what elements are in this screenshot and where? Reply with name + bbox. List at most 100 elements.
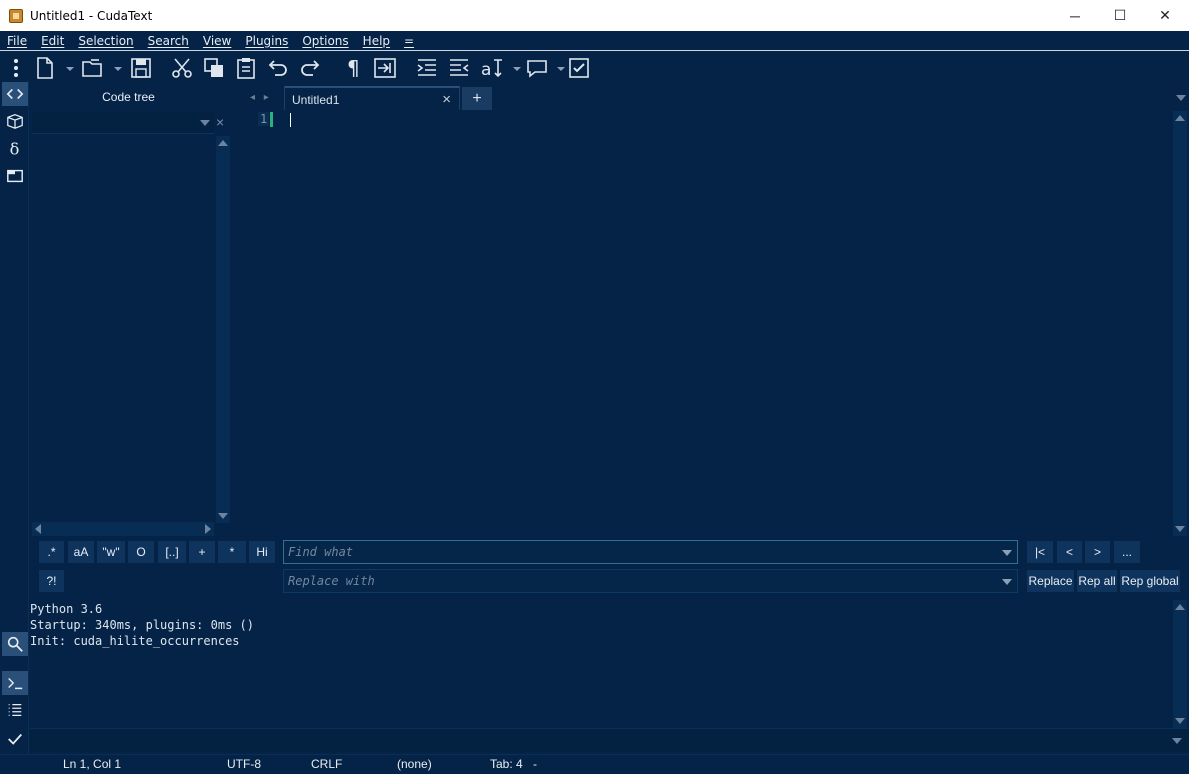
case-sensitive-toggle[interactable]: aA	[68, 541, 94, 563]
in-selection-toggle[interactable]: [..]	[158, 541, 186, 563]
comment-icon[interactable]	[525, 56, 549, 80]
paste-icon[interactable]	[234, 56, 258, 80]
checkbox-icon[interactable]	[567, 56, 591, 80]
menu-view[interactable]: View	[203, 34, 231, 48]
code-tree-horizontal-scrollbar[interactable]	[32, 522, 214, 536]
code-tree-panel: Code tree ×	[30, 84, 231, 537]
find-input[interactable]	[284, 541, 1017, 563]
unindent-icon[interactable]	[447, 56, 471, 80]
chevron-down-icon[interactable]	[1002, 550, 1012, 556]
delta-icon[interactable]: δ	[2, 136, 28, 160]
comment-dropdown-icon[interactable]	[549, 56, 565, 80]
code-tree-icon[interactable]	[2, 82, 28, 106]
replace-all-button[interactable]: Rep all	[1077, 570, 1117, 592]
save-icon[interactable]	[129, 56, 153, 80]
case-dropdown-icon[interactable]	[505, 56, 521, 80]
scroll-up-icon[interactable]	[1175, 115, 1185, 121]
scroll-up-icon[interactable]	[1175, 604, 1185, 610]
menu-selection[interactable]: Selection	[78, 34, 133, 48]
svg-text:δ: δ	[10, 139, 20, 157]
console-vertical-scrollbar[interactable]	[1173, 600, 1187, 728]
menu-search[interactable]: Search	[148, 34, 189, 48]
menu-bar: File Edit Selection Search View Plugins …	[0, 31, 1189, 51]
find-previous-button[interactable]: <	[1057, 541, 1082, 563]
multiline-toggle[interactable]: +	[189, 541, 215, 563]
status-lexer[interactable]: (none)	[397, 757, 432, 771]
scroll-up-icon[interactable]	[218, 140, 228, 146]
pilcrow-icon[interactable]: ¶	[342, 56, 366, 80]
line-number: 1	[258, 112, 270, 126]
scroll-down-icon[interactable]	[1175, 526, 1185, 532]
tab-indent-icon[interactable]	[373, 56, 397, 80]
confirm-replace-toggle[interactable]: *	[218, 541, 246, 563]
replace-global-button[interactable]: Rep global	[1120, 570, 1180, 592]
maximize-button[interactable]: ☐	[1097, 0, 1143, 31]
regex-toggle[interactable]: .*	[39, 541, 64, 563]
open-file-icon[interactable]	[81, 56, 105, 80]
scroll-left-icon[interactable]	[35, 524, 41, 534]
console-line: Python 3.6	[30, 602, 103, 616]
console-icon[interactable]	[2, 671, 28, 695]
app-window: Untitled1 - CudaText ─ ☐ ✕ File Edit Sel…	[0, 0, 1189, 774]
replace-input[interactable]	[284, 570, 1017, 592]
code-tree-filter-clear-button[interactable]: ×	[216, 114, 224, 130]
minimize-button[interactable]: ─	[1052, 0, 1098, 31]
new-file-icon[interactable]	[33, 56, 57, 80]
chevron-down-icon[interactable]	[1172, 738, 1182, 744]
tabs-menu-chevron-icon[interactable]	[1176, 95, 1186, 101]
tabs-icon[interactable]	[2, 164, 28, 188]
editor-vertical-scrollbar[interactable]	[1173, 111, 1187, 536]
chevron-down-icon	[200, 120, 210, 126]
scroll-down-icon[interactable]	[1175, 718, 1185, 724]
open-file-dropdown-icon[interactable]	[106, 56, 122, 80]
replace-with-field[interactable]	[283, 569, 1018, 593]
chevron-down-icon[interactable]	[1002, 579, 1012, 585]
project-icon[interactable]	[2, 109, 28, 133]
undo-icon[interactable]	[266, 56, 290, 80]
editor-area[interactable]: 1	[232, 110, 1189, 537]
scroll-right-icon[interactable]	[205, 524, 211, 534]
indent-icon[interactable]	[415, 56, 439, 80]
status-bar: Ln 1, Col 1 UTF-8 CRLF (none) Tab: 4 -	[0, 754, 1189, 774]
find-menu-button[interactable]: ...	[1114, 541, 1140, 563]
status-encoding[interactable]: UTF-8	[227, 757, 261, 771]
status-tab-size[interactable]: Tab: 4	[490, 757, 523, 771]
menu-file[interactable]: File	[7, 34, 27, 48]
scroll-down-icon[interactable]	[218, 513, 228, 519]
status-line-ending[interactable]: CRLF	[311, 757, 342, 771]
wrapped-search-toggle[interactable]: O	[128, 541, 154, 563]
code-tree-vertical-scrollbar[interactable]	[216, 136, 230, 523]
find-next-button[interactable]: >	[1085, 541, 1110, 563]
svg-text:a: a	[481, 60, 491, 80]
code-tree-filter-combo[interactable]	[32, 112, 214, 134]
whole-words-toggle[interactable]: "w"	[97, 541, 125, 563]
output-icon[interactable]	[2, 698, 28, 722]
highlight-toggle[interactable]: Hi	[249, 541, 275, 563]
add-tab-button[interactable]: +	[462, 87, 492, 110]
copy-icon[interactable]	[202, 56, 226, 80]
status-cursor-position[interactable]: Ln 1, Col 1	[63, 757, 121, 771]
replace-button[interactable]: Replace	[1027, 570, 1074, 592]
tab-close-icon[interactable]: ×	[442, 91, 451, 108]
case-icon[interactable]: a	[480, 56, 504, 80]
tab-untitled1[interactable]: Untitled1 ×	[284, 86, 460, 111]
menu-extra[interactable]: =	[404, 34, 414, 48]
preserve-case-toggle[interactable]: ?!	[39, 570, 64, 592]
menu-options[interactable]: Options	[302, 34, 348, 48]
search-icon[interactable]	[2, 632, 28, 656]
console-line: Init: cuda_hilite_occurrences	[30, 634, 240, 648]
find-first-button[interactable]: |<	[1027, 541, 1053, 563]
find-what-field[interactable]	[283, 540, 1018, 564]
redo-icon[interactable]	[298, 56, 322, 80]
console-command-input[interactable]	[30, 728, 1189, 752]
title-bar: Untitled1 - CudaText ─ ☐ ✕	[0, 0, 1189, 31]
cut-icon[interactable]	[170, 56, 194, 80]
menu-plugins[interactable]: Plugins	[245, 34, 288, 48]
new-file-dropdown-icon[interactable]	[58, 56, 74, 80]
close-button[interactable]: ✕	[1142, 0, 1188, 31]
validate-icon[interactable]	[2, 727, 28, 751]
tab-nav-arrows[interactable]: ◂ ▸	[250, 92, 272, 103]
menu-dots-icon[interactable]	[4, 56, 28, 80]
menu-help[interactable]: Help	[363, 34, 390, 48]
menu-edit[interactable]: Edit	[41, 34, 64, 48]
